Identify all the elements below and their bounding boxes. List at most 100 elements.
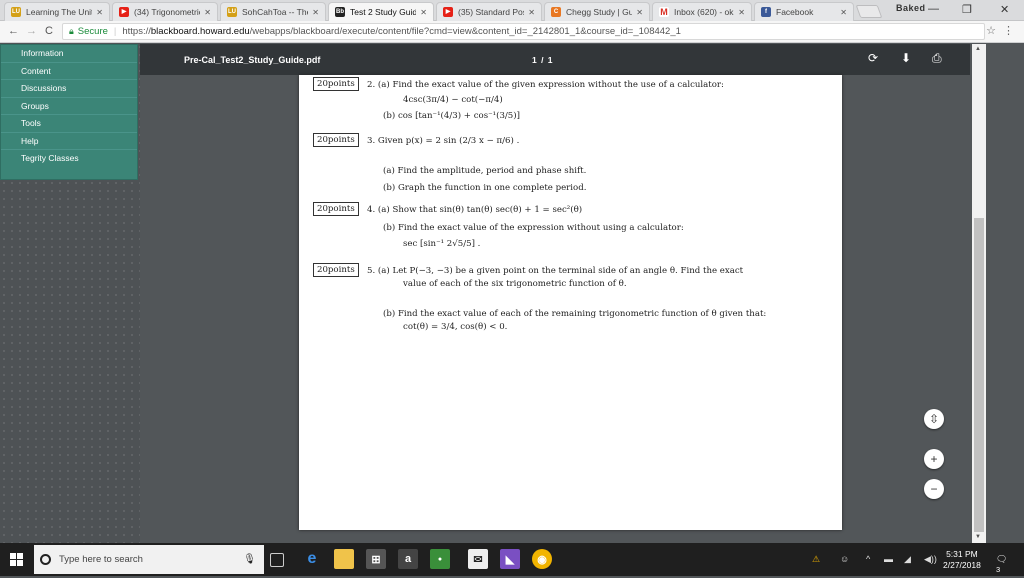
page-count: 1 / 1 (532, 55, 554, 65)
clock-time: 5:31 PM (946, 549, 978, 559)
file-explorer-icon[interactable] (334, 549, 354, 569)
forward-icon[interactable]: → (26, 25, 37, 37)
notification-center-icon[interactable]: 🗨︎3 (996, 554, 1010, 574)
close-tab-icon[interactable]: ✕ (528, 8, 535, 17)
address-bar: ← → C 🔒︎ Secure | https://blackboard.how… (0, 21, 1024, 43)
bookmark-star-icon[interactable]: ☆ (986, 24, 996, 37)
pdf-toolbar: Pre-Cal_Test2_Study_Guide.pdf 1 / 1 ⟳ ⬇ … (140, 44, 970, 75)
tab-title: Test 2 Study Guide (350, 7, 417, 17)
facebook-favicon-icon: f (761, 7, 771, 17)
amazon-icon[interactable]: a (398, 549, 418, 569)
taskbar-search-input[interactable]: Type here to search 🎙︎ (34, 545, 264, 574)
close-tab-icon[interactable]: ✕ (738, 8, 745, 17)
task-view-icon[interactable] (270, 553, 284, 567)
scroll-up-icon[interactable]: ▲ (975, 46, 981, 52)
sidebar-item-groups[interactable]: Groups (1, 98, 137, 115)
people-icon[interactable]: ☺ (840, 554, 849, 564)
close-window-icon[interactable]: ✕ (1000, 3, 1009, 16)
zoom-in-button[interactable]: + (924, 449, 944, 469)
question-text: (b) cos [tan⁻¹(4/3) + cos⁻¹(3/5)] (383, 111, 520, 121)
points-box: 20points (313, 263, 359, 277)
lu-favicon-icon: LU (11, 7, 21, 17)
back-icon[interactable]: ← (8, 25, 19, 37)
tab-title: SohCahToa -- The (242, 7, 309, 17)
secure-label: Secure (77, 26, 108, 37)
tab-strip: LU Learning The Unit ✕ ▶ (34) Trigonomet… (0, 0, 1024, 21)
sidebar-item-help[interactable]: Help (1, 133, 137, 150)
points-box: 20points (313, 202, 359, 216)
question-text: 4csc(3π/4) − cot(−π/4) (403, 95, 503, 105)
url-input[interactable]: 🔒︎ Secure | https://blackboard.howard.ed… (62, 23, 985, 40)
tab-title: Chegg Study | Gu (566, 7, 633, 17)
question-text: (b) Find the exact value of the expressi… (383, 223, 684, 233)
lock-icon: 🔒︎ (69, 26, 74, 36)
rotate-icon[interactable]: ⟳ (868, 51, 878, 65)
minimize-icon[interactable]: — (928, 3, 939, 15)
chrome-icon[interactable]: ◉ (532, 549, 552, 569)
fit-page-button[interactable]: ⇳ (924, 409, 944, 429)
youtube-favicon-icon: ▶ (119, 7, 129, 17)
store-icon[interactable]: ⊞ (366, 549, 386, 569)
points-box: 20points (313, 77, 359, 91)
tab-trigonometric[interactable]: ▶ (34) Trigonometric ✕ (112, 2, 218, 21)
question-text: 4. (a) Show that sin(θ) tan(θ) sec(θ) + … (367, 205, 583, 215)
tab-standard-position[interactable]: ▶ (35) Standard Pos ✕ (436, 2, 542, 21)
tab-test2-study-guide[interactable]: Bb Test 2 Study Guide ✕ (328, 2, 434, 21)
print-icon[interactable]: ⎙ (932, 51, 942, 66)
chegg-favicon-icon: C (551, 7, 561, 17)
question-text: (a) Find the amplitude, period and phase… (383, 166, 587, 176)
youtube-favicon-icon: ▶ (443, 7, 453, 17)
tab-learning-the-unit[interactable]: LU Learning The Unit ✕ (4, 2, 110, 21)
xbox-icon[interactable]: ● (430, 549, 450, 569)
browser-menu-icon[interactable]: ⋮ (1003, 24, 1014, 37)
wifi-icon[interactable]: ◢ (904, 554, 911, 565)
question-text: sec [sin⁻¹ 2√5/5] . (403, 239, 481, 249)
windows-start-icon[interactable] (10, 553, 23, 566)
tab-chegg-study[interactable]: C Chegg Study | Gu ✕ (544, 2, 650, 21)
edge-icon[interactable]: e (302, 549, 322, 569)
battery-icon[interactable]: ▬ (884, 554, 893, 564)
tab-facebook[interactable]: f Facebook ✕ (754, 2, 854, 21)
new-tab-button[interactable] (855, 5, 883, 18)
sidebar-item-content[interactable]: Content (1, 63, 137, 80)
url-separator: | (113, 26, 117, 37)
cortana-icon (40, 554, 51, 565)
tab-inbox[interactable]: M Inbox (620) - okpa ✕ (652, 2, 752, 21)
visual-studio-icon[interactable]: ◣ (500, 549, 520, 569)
microphone-icon[interactable]: 🎙︎ (243, 554, 256, 565)
show-hidden-icons-icon[interactable]: ^ (866, 554, 870, 564)
clock[interactable]: 5:31 PM 2/27/2018 (943, 549, 981, 571)
close-tab-icon[interactable]: ✕ (636, 8, 643, 17)
tab-title: Learning The Unit (26, 7, 93, 17)
window-title: Baked (896, 3, 926, 13)
tab-sohcahtoa[interactable]: LU SohCahToa -- The ✕ (220, 2, 326, 21)
warning-icon[interactable]: ⚠ (812, 554, 820, 565)
close-tab-icon[interactable]: ✕ (312, 8, 319, 17)
close-tab-icon[interactable]: ✕ (96, 8, 103, 17)
gmail-favicon-icon: M (659, 7, 669, 17)
close-tab-icon[interactable]: ✕ (204, 8, 211, 17)
blackboard-favicon-icon: Bb (335, 7, 345, 17)
close-tab-icon[interactable]: ✕ (840, 8, 847, 17)
scrollbar-thumb[interactable] (974, 218, 984, 532)
sidebar-item-information[interactable]: Information (1, 45, 137, 63)
sidebar-item-discussions[interactable]: Discussions (1, 80, 137, 98)
tab-title: Inbox (620) - okpa (674, 7, 734, 17)
lu-favicon-icon: LU (227, 7, 237, 17)
sidebar-item-tegrity-classes[interactable]: Tegrity Classes (1, 150, 137, 168)
search-placeholder: Type here to search (59, 554, 143, 565)
download-icon[interactable]: ⬇ (901, 51, 911, 65)
reload-icon[interactable]: C (45, 25, 53, 37)
restore-icon[interactable]: ❐ (962, 3, 972, 16)
close-tab-icon[interactable]: ✕ (420, 8, 427, 17)
sidebar-item-tools[interactable]: Tools (1, 115, 137, 133)
zoom-out-button[interactable]: − (924, 479, 944, 499)
question-text: 3. Given p(x) = 2 sin (2/3 x − π/6) . (367, 136, 520, 146)
mail-icon[interactable]: ✉ (468, 549, 488, 569)
question-text: (b) Graph the function in one complete p… (383, 183, 587, 193)
notification-count: 3 (996, 565, 1001, 574)
points-box: 20points (313, 133, 359, 147)
volume-icon[interactable]: ◀)) (924, 554, 937, 565)
pdf-filename: Pre-Cal_Test2_Study_Guide.pdf (184, 55, 321, 65)
scroll-down-icon[interactable]: ▼ (975, 534, 981, 540)
